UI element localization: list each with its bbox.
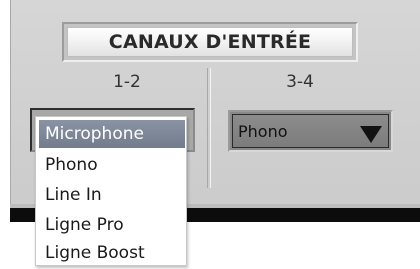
input-1-2-dropdown-menu: Microphone Phono Line In Ligne Pro Ligne… — [35, 116, 187, 266]
input-3-4-select[interactable]: Phono — [228, 110, 393, 152]
input-3-4-selected-value: Phono — [238, 122, 288, 141]
option-phono[interactable]: Phono — [36, 150, 186, 180]
option-line-in[interactable]: Line In — [36, 180, 186, 210]
option-ligne-pro[interactable]: Ligne Pro — [36, 210, 186, 240]
panel-title: CANAUX D'ENTRÉE — [67, 27, 353, 57]
column-label-3-4: 3-4 — [286, 72, 314, 92]
option-ligne-boost[interactable]: Ligne Boost — [36, 238, 186, 268]
title-plate: CANAUX D'ENTRÉE — [62, 22, 358, 62]
option-microphone[interactable]: Microphone — [39, 120, 185, 148]
column-divider — [207, 68, 211, 188]
input-3-4-select-face[interactable]: Phono — [232, 114, 389, 148]
triangle-down-icon[interactable] — [360, 126, 382, 143]
column-label-1-2: 1-2 — [113, 72, 141, 92]
input-channels-window: CANAUX D'ENTRÉE 1-2 3-4 Phono Microphone… — [0, 0, 420, 269]
